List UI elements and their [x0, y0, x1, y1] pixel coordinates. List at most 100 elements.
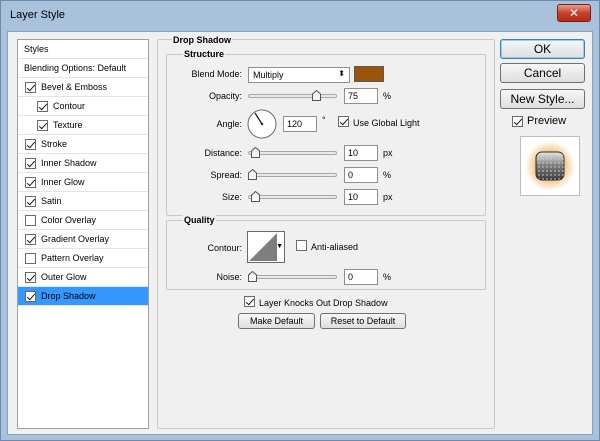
- style-item-drop-shadow[interactable]: Drop Shadow: [18, 287, 148, 306]
- quality-group: Quality Contour: ▼ Anti-aliased Noise: 0…: [166, 215, 486, 290]
- angle-unit: °: [322, 115, 326, 125]
- style-item-checkbox[interactable]: [25, 158, 36, 169]
- opacity-input[interactable]: 75: [344, 88, 378, 104]
- style-item-checkbox[interactable]: [25, 82, 36, 93]
- select-arrows-icon: ⬍: [338, 69, 345, 78]
- size-input[interactable]: 10: [344, 189, 378, 205]
- style-item-checkbox[interactable]: [25, 234, 36, 245]
- structure-title: Structure: [183, 49, 226, 59]
- angle-label: Angle:: [216, 119, 242, 129]
- size-slider-thumb[interactable]: [251, 191, 260, 202]
- quality-title: Quality: [183, 215, 216, 225]
- make-default-button[interactable]: Make Default: [238, 313, 315, 329]
- blending-options-label: Blending Options: Default: [24, 63, 127, 73]
- style-item-checkbox[interactable]: [25, 272, 36, 283]
- style-item-label: Gradient Overlay: [41, 234, 110, 244]
- style-item-checkbox[interactable]: [25, 177, 36, 188]
- distance-unit: px: [383, 148, 393, 158]
- style-item-texture[interactable]: Texture: [18, 116, 148, 135]
- preview-image: [525, 141, 575, 191]
- opacity-slider[interactable]: [248, 90, 337, 101]
- noise-unit: %: [383, 272, 392, 282]
- style-item-stroke[interactable]: Stroke: [18, 135, 148, 154]
- new-style-button[interactable]: New Style...: [500, 89, 585, 109]
- preview-label: Preview: [527, 115, 567, 127]
- style-item-checkbox[interactable]: [25, 253, 36, 264]
- style-item-checkbox[interactable]: [25, 196, 36, 207]
- noise-slider[interactable]: [248, 271, 337, 282]
- style-item-gradient-overlay[interactable]: Gradient Overlay: [18, 230, 148, 249]
- spread-label: Spread:: [210, 170, 242, 180]
- style-item-label: Texture: [53, 120, 83, 130]
- distance-slider-thumb[interactable]: [251, 147, 260, 158]
- use-global-light-label: Use Global Light: [353, 118, 420, 128]
- style-item-label: Satin: [41, 196, 62, 206]
- shadow-color-swatch[interactable]: [354, 66, 384, 82]
- ok-button[interactable]: OK: [500, 39, 585, 59]
- anti-aliased-label: Anti-aliased: [311, 242, 359, 252]
- contour-label: Contour:: [207, 243, 242, 253]
- window-title: Layer Style: [10, 9, 66, 21]
- spread-slider-thumb[interactable]: [248, 169, 257, 180]
- structure-group: Structure Blend Mode: Multiply ⬍ Opacity…: [166, 49, 486, 216]
- distance-label: Distance:: [204, 148, 242, 158]
- reset-default-button[interactable]: Reset to Default: [320, 313, 406, 329]
- noise-label: Noise:: [216, 272, 242, 282]
- blend-mode-label: Blend Mode:: [191, 69, 242, 79]
- dialog-body: Styles Blending Options: Default Bevel &…: [7, 31, 593, 435]
- contour-linear-icon: [249, 233, 277, 261]
- anti-aliased-checkbox[interactable]: [296, 240, 307, 251]
- blend-mode-value: Multiply: [253, 70, 284, 80]
- blend-mode-select[interactable]: Multiply ⬍: [248, 67, 350, 83]
- angle-input[interactable]: 120: [283, 116, 317, 132]
- style-item-label: Inner Glow: [41, 177, 85, 187]
- size-slider[interactable]: [248, 191, 337, 202]
- spread-unit: %: [383, 170, 392, 180]
- style-item-label: Contour: [53, 101, 86, 111]
- style-item-inner-glow[interactable]: Inner Glow: [18, 173, 148, 192]
- style-item-label: Outer Glow: [41, 272, 87, 282]
- spread-input[interactable]: 0: [344, 167, 378, 183]
- style-item-checkbox[interactable]: [37, 120, 48, 131]
- style-item-pattern-overlay[interactable]: Pattern Overlay: [18, 249, 148, 268]
- opacity-label: Opacity:: [208, 91, 242, 101]
- style-item-contour[interactable]: Contour: [18, 97, 148, 116]
- style-item-inner-shadow[interactable]: Inner Shadow: [18, 154, 148, 173]
- opacity-unit: %: [383, 91, 392, 101]
- size-label: Size:: [221, 192, 242, 202]
- cancel-button[interactable]: Cancel: [500, 63, 585, 83]
- style-item-checkbox[interactable]: [25, 139, 36, 150]
- styles-header[interactable]: Styles: [18, 40, 148, 59]
- contour-picker[interactable]: ▼: [247, 231, 285, 263]
- style-item-checkbox[interactable]: [37, 101, 48, 112]
- blending-options-item[interactable]: Blending Options: Default: [18, 59, 148, 78]
- use-global-light-checkbox[interactable]: [338, 116, 349, 127]
- drop-shadow-title: Drop Shadow: [172, 35, 232, 45]
- style-item-outer-glow[interactable]: Outer Glow: [18, 268, 148, 287]
- styles-list: Styles Blending Options: Default Bevel &…: [17, 39, 149, 429]
- distance-slider[interactable]: [248, 147, 337, 158]
- drop-shadow-group: Drop Shadow Structure Blend Mode: Multip…: [157, 35, 495, 429]
- angle-dial[interactable]: [247, 109, 277, 139]
- style-item-label: Stroke: [41, 139, 68, 149]
- close-button[interactable]: ✕: [557, 4, 591, 22]
- preview-checkbox[interactable]: [512, 116, 523, 127]
- style-item-bevel-emboss[interactable]: Bevel & Emboss: [18, 78, 148, 97]
- knocks-out-label: Layer Knocks Out Drop Shadow: [259, 298, 388, 308]
- title-bar[interactable]: Layer Style ✕: [1, 1, 599, 31]
- knocks-out-checkbox[interactable]: [244, 296, 255, 307]
- style-item-label: Color Overlay: [41, 215, 97, 225]
- style-item-label: Pattern Overlay: [41, 253, 104, 263]
- spread-slider[interactable]: [248, 169, 337, 180]
- distance-input[interactable]: 10: [344, 145, 378, 161]
- layer-style-window: Layer Style ✕ Styles Blending Options: D…: [0, 0, 600, 441]
- style-item-checkbox[interactable]: [25, 215, 36, 226]
- style-item-satin[interactable]: Satin: [18, 192, 148, 211]
- opacity-slider-thumb[interactable]: [311, 90, 321, 101]
- noise-slider-thumb[interactable]: [248, 271, 257, 282]
- style-item-color-overlay[interactable]: Color Overlay: [18, 211, 148, 230]
- size-unit: px: [383, 192, 393, 202]
- style-item-checkbox[interactable]: [25, 291, 36, 302]
- noise-input[interactable]: 0: [344, 269, 378, 285]
- preview-thumbnail: [520, 136, 580, 196]
